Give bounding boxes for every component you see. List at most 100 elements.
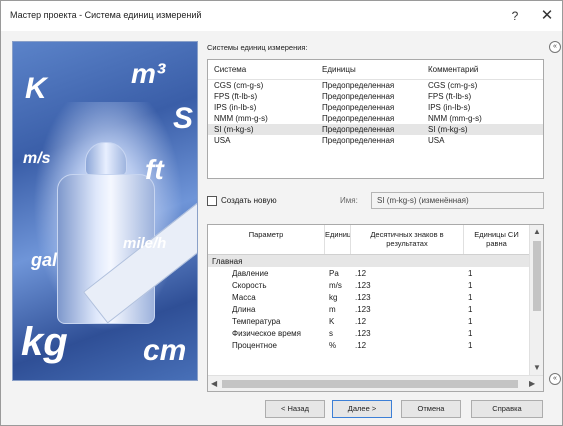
next-button[interactable]: Далее > — [332, 400, 392, 418]
close-icon[interactable]: ✕ — [533, 6, 561, 26]
parameter-name-cell: Физическое время — [232, 328, 301, 338]
parameter-name-cell: Давление — [232, 268, 269, 278]
scroll-up-icon[interactable]: ▲ — [533, 227, 541, 236]
parameter-row[interactable]: Длина m .123 1 — [208, 303, 530, 315]
system-units-cell: Предопределенная — [322, 92, 395, 101]
scroll-down-icon[interactable]: ▼ — [533, 363, 541, 372]
vertical-scrollbar[interactable]: ▲ ▼ — [529, 225, 543, 375]
back-button[interactable]: < Назад — [265, 400, 325, 418]
parameter-si-cell[interactable]: 1 — [464, 305, 530, 314]
project-wizard-dialog: Мастер проекта - Система единиц измерени… — [0, 0, 563, 426]
system-units-cell: Предопределенная — [322, 81, 395, 90]
parameter-si-cell[interactable]: 1 — [464, 281, 530, 290]
unit-label: m³ — [131, 58, 166, 89]
unit-label: S — [173, 102, 194, 135]
create-new-checkbox[interactable] — [207, 196, 217, 206]
horizontal-scrollbar[interactable]: ◀ ▶ — [208, 375, 543, 391]
parameter-name-cell: Процентное — [232, 340, 277, 350]
group-row[interactable]: Главная — [208, 255, 530, 267]
vertical-scroll-thumb[interactable] — [533, 241, 541, 311]
system-name-cell: USA — [214, 136, 231, 145]
grid-header: Параметр Единица Десятичных знаков в рез… — [208, 225, 530, 255]
horizontal-scroll-thumb[interactable] — [222, 380, 518, 388]
parameter-unit-cell[interactable]: s — [325, 329, 351, 338]
parameter-row[interactable]: Масса kg .123 1 — [208, 291, 530, 303]
parameter-unit-cell[interactable]: K — [325, 317, 351, 326]
parameter-unit-cell[interactable]: Pa — [325, 269, 351, 278]
systems-label: Системы единиц измерения: — [207, 43, 308, 52]
parameter-row[interactable]: Давление Pa .12 1 — [208, 267, 530, 279]
system-units-cell: Предопределенная — [322, 114, 395, 123]
system-comment-cell: CGS (cm-g-s) — [428, 81, 478, 90]
parameter-decimals-cell[interactable]: .12 — [351, 341, 464, 350]
collapse-grid-icon[interactable]: « — [549, 373, 561, 385]
scroll-right-icon[interactable]: ▶ — [529, 379, 535, 388]
unit-label: K — [25, 72, 47, 105]
unit-system-row[interactable]: FPS (ft-lb-s) Предопределенная FPS (ft-lb-… — [208, 91, 543, 102]
system-name-cell: NMM (mm-g-s) — [214, 114, 268, 123]
parameters-grid[interactable]: Параметр Единица Десятичных знаков в рез… — [207, 224, 544, 392]
unit-label: gal — [31, 250, 58, 270]
parameter-si-cell[interactable]: 1 — [464, 341, 530, 350]
system-comment-cell: FPS (ft-lb-s) — [428, 92, 472, 101]
column-header-parameter[interactable]: Параметр — [208, 225, 325, 254]
unit-system-row[interactable]: NMM (mm-g-s) Предопределенная NMM (mm-g-s) — [208, 113, 543, 124]
unit-systems-list[interactable]: Система Единицы Комментарий CGS (cm-g-s)… — [207, 59, 544, 179]
unit-system-row[interactable]: CGS (cm-g-s) Предопределенная CGS (cm-g-s) — [208, 80, 543, 91]
units-illustration: K m³ S m/s ft gal mile/h kg cm — [12, 41, 198, 381]
help-icon[interactable]: ? — [501, 6, 529, 26]
title-bar: Мастер проекта - Система единиц измерени… — [1, 1, 562, 31]
unit-label: m/s — [23, 150, 51, 167]
parameter-unit-cell[interactable]: m — [325, 305, 351, 314]
parameter-si-cell[interactable]: 1 — [464, 317, 530, 326]
parameter-decimals-cell[interactable]: .123 — [351, 329, 464, 338]
parameter-row[interactable]: Скорость m/s .123 1 — [208, 279, 530, 291]
parameter-decimals-cell[interactable]: .123 — [351, 281, 464, 290]
system-units-cell: Предопределенная — [322, 136, 395, 145]
parameter-name-cell: Длина — [232, 304, 256, 314]
unit-label: ft — [145, 154, 164, 185]
parameter-row[interactable]: Физическое время s .123 1 — [208, 327, 530, 339]
system-units-cell: Предопределенная — [322, 103, 395, 112]
column-header-decimals[interactable]: Десятичных знаков в результатах — [351, 225, 464, 254]
column-header-units[interactable]: Единицы — [316, 65, 422, 74]
cancel-button[interactable]: Отмена — [401, 400, 461, 418]
column-header-si-equals[interactable]: Единицы СИ равна — [464, 225, 530, 254]
parameter-si-cell[interactable]: 1 — [464, 329, 530, 338]
parameter-unit-cell[interactable]: kg — [325, 293, 351, 302]
parameter-name-cell: Скорость — [232, 280, 267, 290]
parameter-decimals-cell[interactable]: .12 — [351, 317, 464, 326]
unit-system-row[interactable]: SI (m-kg-s) Предопределенная SI (m-kg-s) — [208, 124, 543, 135]
parameter-si-cell[interactable]: 1 — [464, 293, 530, 302]
weight-handle — [85, 142, 127, 176]
unit-label: mile/h — [123, 235, 167, 252]
column-header-comment[interactable]: Комментарий — [422, 65, 543, 74]
parameter-unit-cell[interactable]: m/s — [325, 281, 351, 290]
system-name-cell: SI (m-kg-s) — [214, 125, 254, 134]
name-input[interactable]: SI (m-kg-s) (изменённая) — [371, 192, 544, 209]
system-units-cell: Предопределенная — [322, 125, 395, 134]
parameter-name-cell: Масса — [232, 292, 256, 302]
parameter-si-cell[interactable]: 1 — [464, 269, 530, 278]
parameter-decimals-cell[interactable]: .12 — [351, 269, 464, 278]
list-header: Система Единицы Комментарий — [208, 60, 543, 80]
column-header-unit[interactable]: Единица — [325, 225, 351, 254]
parameter-unit-cell[interactable]: % — [325, 341, 351, 350]
unit-system-row[interactable]: USA Предопределенная USA — [208, 135, 543, 146]
name-label: Имя: — [340, 196, 358, 205]
parameter-decimals-cell[interactable]: .123 — [351, 293, 464, 302]
unit-system-row[interactable]: IPS (in-lb-s) Предопределенная IPS (in-lb-… — [208, 102, 543, 113]
unit-label: kg — [21, 320, 68, 364]
scroll-left-icon[interactable]: ◀ — [211, 379, 217, 388]
create-new-row: Создать новую Имя: SI (m-kg-s) (изменённ… — [207, 192, 544, 210]
parameter-decimals-cell[interactable]: .123 — [351, 305, 464, 314]
help-button[interactable]: Справка — [471, 400, 543, 418]
collapse-panel-icon[interactable]: « — [549, 41, 561, 53]
parameter-row[interactable]: Температура K .12 1 — [208, 315, 530, 327]
system-comment-cell: SI (m-kg-s) — [428, 125, 468, 134]
create-new-label[interactable]: Создать новую — [221, 196, 277, 205]
system-comment-cell: NMM (mm-g-s) — [428, 114, 482, 123]
parameter-row[interactable]: Процентное% .12 1 — [208, 339, 530, 351]
column-header-system[interactable]: Система — [208, 65, 316, 74]
window-title: Мастер проекта - Система единиц измерени… — [10, 10, 202, 20]
